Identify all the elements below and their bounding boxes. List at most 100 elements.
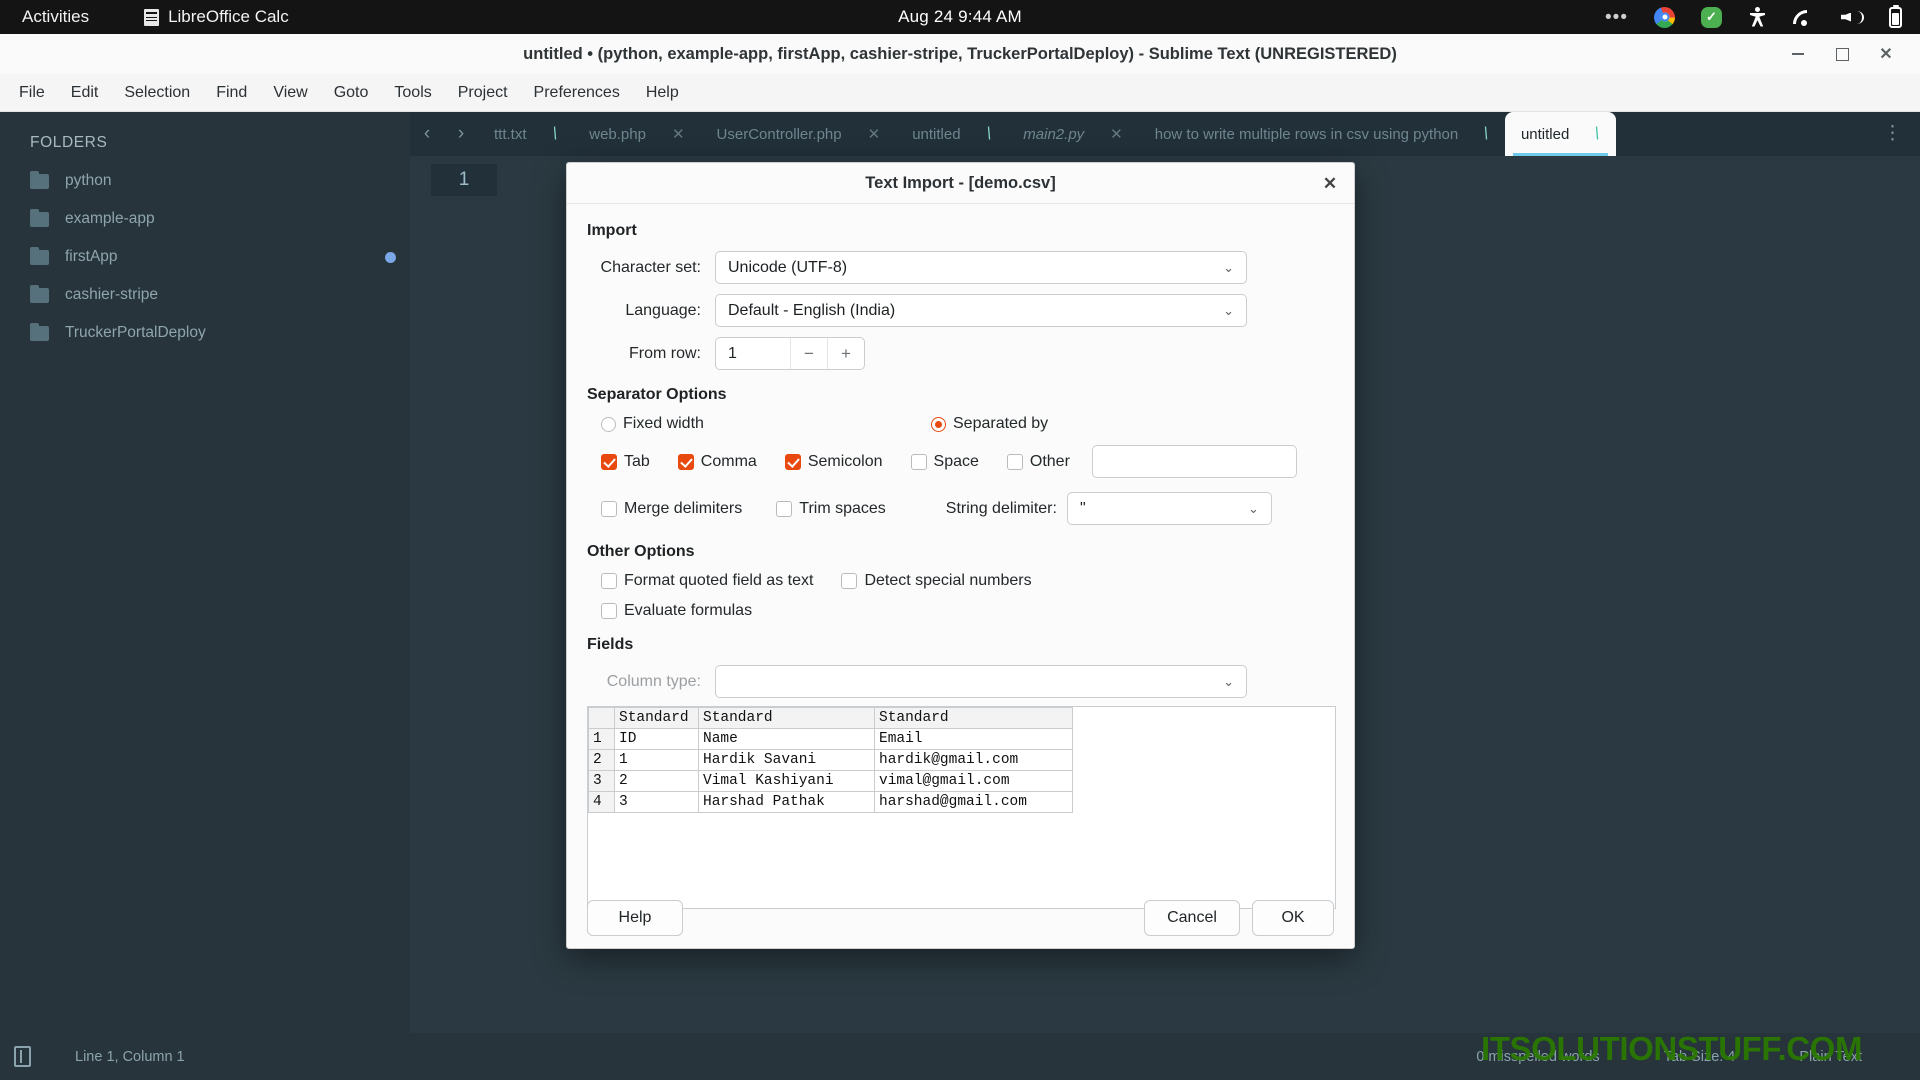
- row-number: 3: [588, 770, 615, 792]
- semicolon-delimiter-checkbox[interactable]: Semicolon: [784, 453, 883, 471]
- separated-by-radio[interactable]: Separated by: [931, 415, 1048, 433]
- tab-ttt-txt[interactable]: ttt.txt /: [478, 112, 573, 156]
- menu-bar: File Edit Selection Find View Goto Tools…: [0, 74, 1920, 112]
- close-button[interactable]: ✕: [1864, 34, 1908, 74]
- comma-delimiter-label: Comma: [700, 452, 757, 470]
- column-type-select[interactable]: ⌄: [715, 665, 1247, 698]
- column-header-1[interactable]: Standard: [614, 707, 699, 729]
- spell-check-status[interactable]: 0 misspelled words: [1476, 1049, 1599, 1065]
- activities-button[interactable]: Activities: [22, 7, 89, 27]
- menu-item-project[interactable]: Project: [445, 74, 521, 112]
- comma-delimiter-checkbox[interactable]: Comma: [677, 452, 757, 471]
- chevron-down-icon: ⌄: [1223, 673, 1234, 689]
- tab-dirty-icon[interactable]: /: [549, 124, 560, 144]
- checkbox-icon-checked: [677, 453, 694, 470]
- volume-icon[interactable]: [1841, 8, 1864, 27]
- column-header-2[interactable]: Standard: [698, 707, 875, 729]
- sidebar-item-truckerportaldeploy[interactable]: TruckerPortalDeploy: [0, 314, 410, 352]
- trim-spaces-checkbox[interactable]: Trim spaces: [776, 500, 886, 518]
- minimize-button[interactable]: [1776, 34, 1820, 74]
- table-row: 4 3 Harshad Pathak harshad@gmail.com: [588, 791, 1073, 813]
- menu-item-find[interactable]: Find: [203, 74, 260, 112]
- clock[interactable]: Aug 24 9:44 AM: [898, 7, 1022, 27]
- from-row-increment-button[interactable]: +: [827, 338, 864, 369]
- tab-how-to-write-multiple-rows[interactable]: how to write multiple rows in csv using …: [1139, 112, 1505, 156]
- dialog-close-icon[interactable]: ✕: [1318, 172, 1342, 196]
- menu-item-goto[interactable]: Goto: [321, 74, 382, 112]
- wifi-icon[interactable]: [1793, 9, 1815, 26]
- dialog-primary-actions: Cancel OK: [1144, 899, 1334, 936]
- tab-untitled-active[interactable]: untitled /: [1504, 112, 1617, 156]
- row-delimiters: Tab Comma Semicolon Space Other: [587, 445, 1334, 478]
- cursor-position[interactable]: Line 1, Column 1: [75, 1049, 185, 1065]
- menu-item-help[interactable]: Help: [633, 74, 692, 112]
- tab-close-icon[interactable]: ✕: [868, 125, 881, 143]
- sidebar-item-python[interactable]: python: [0, 162, 410, 200]
- tab-label: main2.py: [1023, 125, 1085, 143]
- tray-overflow-icon[interactable]: •••: [1605, 8, 1628, 27]
- tab-size-status[interactable]: Tab Size: 4: [1664, 1049, 1736, 1065]
- ok-button[interactable]: OK: [1252, 899, 1334, 936]
- active-app-indicator[interactable]: LibreOffice Calc: [144, 7, 289, 27]
- sidebar-item-cashier-stripe[interactable]: cashier-stripe: [0, 276, 410, 314]
- maximize-button[interactable]: [1820, 34, 1864, 74]
- tab-web-php[interactable]: web.php ✕: [573, 112, 700, 156]
- sidebar-item-example-app[interactable]: example-app: [0, 200, 410, 238]
- menu-item-edit[interactable]: Edit: [58, 74, 112, 112]
- tab-overflow-menu-icon[interactable]: ⋮: [1883, 124, 1902, 143]
- other-delimiter-checkbox[interactable]: Other: [1006, 453, 1070, 471]
- row-merge-trim: Merge delimiters Trim spaces String deli…: [587, 492, 1334, 525]
- cell-name: Vimal Kashiyani: [698, 770, 875, 792]
- from-row-stepper[interactable]: 1 − +: [715, 337, 865, 370]
- sidebar-item-firstapp[interactable]: firstApp: [0, 238, 410, 276]
- separated-by-label: Separated by: [953, 415, 1049, 432]
- tab-prev-arrow-icon[interactable]: ‹: [410, 123, 444, 145]
- detect-special-numbers-checkbox[interactable]: Detect special numbers: [841, 572, 1032, 590]
- tab-delimiter-checkbox[interactable]: Tab: [601, 453, 650, 471]
- from-row-decrement-button[interactable]: −: [790, 338, 827, 369]
- battery-icon[interactable]: [1889, 6, 1902, 28]
- menu-item-preferences[interactable]: Preferences: [521, 74, 633, 112]
- accessibility-icon[interactable]: [1748, 6, 1767, 28]
- tab-dirty-icon[interactable]: /: [1481, 124, 1492, 144]
- shield-check-icon[interactable]: ✓: [1701, 6, 1722, 28]
- row-number: 4: [588, 791, 615, 813]
- menu-item-tools[interactable]: Tools: [381, 74, 444, 112]
- cell-id: ID: [614, 728, 699, 750]
- language-select[interactable]: Default - English (India) ⌄: [715, 294, 1247, 327]
- string-delimiter-select[interactable]: " ⌄: [1066, 492, 1272, 525]
- from-row-value[interactable]: 1: [716, 345, 790, 363]
- format-quoted-field-checkbox[interactable]: Format quoted field as text: [601, 572, 813, 590]
- fixed-width-radio[interactable]: Fixed width: [601, 415, 931, 433]
- tab-dirty-icon[interactable]: /: [1592, 124, 1603, 144]
- menu-item-file[interactable]: File: [6, 74, 58, 112]
- tab-next-arrow-icon[interactable]: ›: [444, 123, 478, 145]
- evaluate-formulas-checkbox[interactable]: Evaluate formulas: [601, 602, 752, 620]
- table-row: 3 2 Vimal Kashiyani vimal@gmail.com: [588, 770, 1073, 792]
- chevron-down-icon: ⌄: [1223, 302, 1234, 318]
- tab-usercontroller-php[interactable]: UserController.php ✕: [701, 112, 897, 156]
- merge-delimiters-checkbox[interactable]: Merge delimiters: [601, 500, 742, 518]
- sidebar-toggle-icon[interactable]: [14, 1046, 31, 1067]
- tab-dirty-icon[interactable]: /: [983, 124, 994, 144]
- tab-close-icon[interactable]: ✕: [672, 125, 685, 143]
- fields-preview-panel[interactable]: Standard Standard Standard 1 ID Name Ema…: [587, 706, 1336, 909]
- cancel-button[interactable]: Cancel: [1144, 899, 1240, 936]
- character-set-select[interactable]: Unicode (UTF-8) ⌄: [715, 251, 1247, 284]
- space-delimiter-checkbox[interactable]: Space: [910, 453, 979, 471]
- tab-main2-py[interactable]: main2.py ✕: [1007, 112, 1138, 156]
- section-separator-heading: Separator Options: [587, 386, 727, 403]
- syntax-status[interactable]: Plain Text: [1799, 1049, 1862, 1065]
- row-column-type: Column type: ⌄: [587, 665, 1334, 698]
- menu-item-selection[interactable]: Selection: [111, 74, 203, 112]
- other-delimiter-input[interactable]: [1091, 445, 1297, 478]
- folder-icon: [30, 246, 49, 265]
- tab-close-icon[interactable]: ✕: [1110, 125, 1123, 143]
- tab-untitled-1[interactable]: untitled /: [896, 112, 1007, 156]
- help-button[interactable]: Help: [587, 899, 683, 936]
- column-header-3[interactable]: Standard: [874, 707, 1073, 729]
- chrome-icon[interactable]: [1654, 6, 1675, 28]
- table-row: 1 ID Name Email: [588, 728, 1073, 750]
- menu-item-view[interactable]: View: [260, 74, 320, 112]
- checkbox-icon: [1006, 453, 1023, 470]
